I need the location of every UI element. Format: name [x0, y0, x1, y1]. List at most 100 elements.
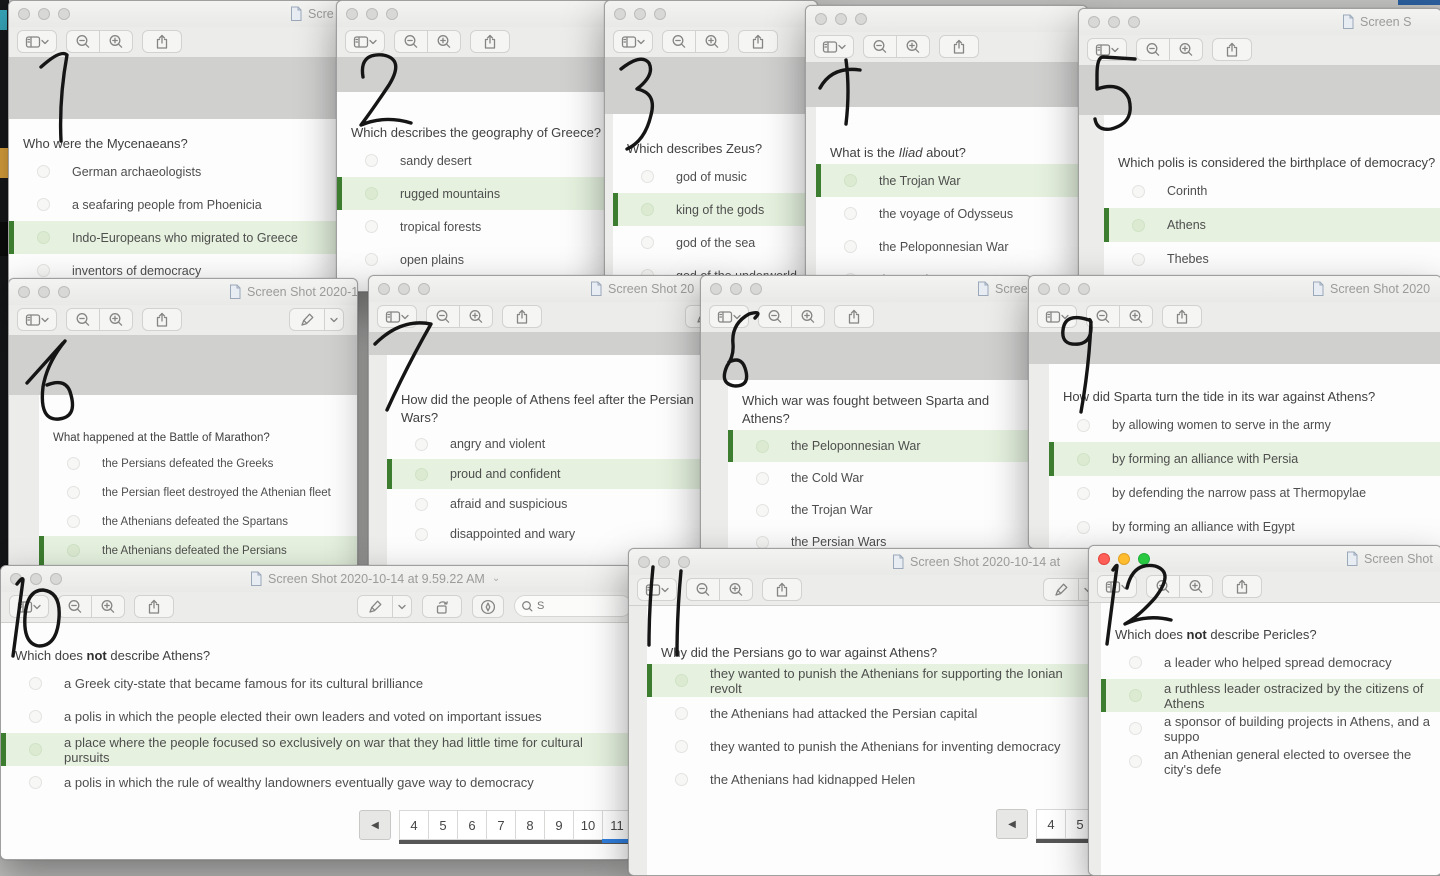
minimize-button[interactable] — [30, 573, 42, 585]
titlebar[interactable]: Screen Shot 20 — [369, 276, 713, 302]
zoom-in-button[interactable] — [91, 595, 125, 618]
answer-option[interactable]: a polis in which the rule of wealthy lan… — [1, 766, 631, 799]
share-button[interactable] — [134, 595, 174, 618]
answer-option-selected[interactable]: they wanted to punish the Athenians for … — [647, 664, 1096, 697]
answer-option-selected[interactable]: king of the gods — [613, 193, 817, 226]
answer-option-selected[interactable]: the Peloponnesian War — [728, 430, 1031, 462]
answer-option[interactable]: god of music — [613, 160, 817, 193]
sidebar-toggle-button[interactable] — [709, 305, 749, 328]
markup-pen-dropdown[interactable] — [392, 595, 412, 618]
zoom-in-button[interactable] — [1169, 38, 1203, 61]
answer-option[interactable]: the Cold War — [728, 462, 1031, 494]
answer-option-selected[interactable]: Athens — [1104, 208, 1440, 242]
answer-option[interactable]: the Persians defeated the Greeks — [39, 449, 357, 478]
markup-toolbar-button[interactable] — [472, 595, 504, 618]
titlebar[interactable]: Screen Shot 2020 — [1029, 276, 1440, 302]
prev-page-button[interactable]: ◀ — [359, 810, 391, 840]
minimize-button[interactable] — [634, 8, 646, 20]
zoom-button[interactable] — [678, 556, 690, 568]
close-button[interactable] — [378, 283, 390, 295]
answer-option-selected[interactable]: the Athenians defeated the Persians — [39, 536, 357, 565]
zoom-in-button[interactable] — [459, 305, 493, 328]
answer-option[interactable]: disappointed and wary — [387, 519, 713, 549]
page-button[interactable]: 9 — [544, 810, 573, 840]
answer-option[interactable]: a leader who helped spread democracy — [1101, 646, 1440, 679]
zoom-button[interactable] — [654, 8, 666, 20]
answer-option[interactable]: the Athenians had attacked the Persian c… — [647, 697, 1096, 730]
close-button[interactable] — [346, 8, 358, 20]
minimize-button[interactable] — [1108, 16, 1120, 28]
sidebar-toggle-button[interactable] — [9, 595, 49, 618]
zoom-in-button[interactable] — [1119, 305, 1153, 328]
answer-option[interactable]: the Athenians defeated the Spartans — [39, 507, 357, 536]
share-button[interactable] — [1212, 38, 1252, 61]
zoom-out-button[interactable] — [758, 305, 792, 328]
minimize-button[interactable] — [730, 283, 742, 295]
zoom-out-button[interactable] — [66, 30, 100, 53]
markup-pen-dropdown[interactable] — [324, 308, 344, 331]
close-button[interactable] — [638, 556, 650, 568]
page-button[interactable]: 6 — [457, 810, 486, 840]
zoom-button[interactable] — [58, 8, 70, 20]
zoom-out-button[interactable] — [1136, 38, 1170, 61]
page-button[interactable]: 4 — [1036, 809, 1065, 839]
page-button[interactable]: 7 — [486, 810, 515, 840]
sidebar-toggle-button[interactable] — [613, 30, 653, 53]
close-button[interactable] — [1038, 283, 1050, 295]
answer-option[interactable]: the Peloponnesian War — [816, 230, 1087, 263]
zoom-out-button[interactable] — [58, 595, 92, 618]
answer-option[interactable]: Corinth — [1104, 174, 1440, 208]
zoom-out-button[interactable] — [66, 308, 100, 331]
answer-option[interactable]: Thebes — [1104, 242, 1440, 276]
close-button[interactable] — [614, 8, 626, 20]
answer-option[interactable]: by forming an alliance with Egypt — [1049, 510, 1440, 544]
answer-option[interactable]: they wanted to punish the Athenians for … — [647, 730, 1096, 763]
sidebar-toggle-button[interactable] — [377, 305, 417, 328]
answer-option[interactable]: open plains — [337, 243, 627, 276]
zoom-out-button[interactable] — [394, 30, 428, 53]
answer-option[interactable]: angry and violent — [387, 429, 713, 459]
answer-option[interactable]: the Trojan War — [728, 494, 1031, 526]
share-button[interactable] — [762, 578, 802, 601]
zoom-button[interactable] — [1078, 283, 1090, 295]
zoom-button[interactable] — [855, 13, 867, 25]
zoom-button[interactable] — [1128, 16, 1140, 28]
close-button[interactable] — [18, 286, 30, 298]
answer-option[interactable]: the voyage of Odysseus — [816, 197, 1087, 230]
titlebar[interactable]: Scree — [701, 276, 1031, 302]
sidebar-toggle-button[interactable] — [814, 35, 854, 58]
titlebar[interactable] — [605, 1, 817, 27]
answer-option[interactable]: a Greek city-state that became famous fo… — [1, 667, 631, 700]
zoom-in-button[interactable] — [1179, 575, 1213, 598]
zoom-in-button[interactable] — [695, 30, 729, 53]
titlebar[interactable]: Scre — [9, 1, 355, 27]
zoom-in-button[interactable] — [99, 30, 133, 53]
sidebar-toggle-button[interactable] — [345, 30, 385, 53]
answer-option-selected[interactable]: by forming an alliance with Persia — [1049, 442, 1440, 476]
share-button[interactable] — [142, 308, 182, 331]
minimize-button[interactable] — [1118, 553, 1130, 565]
sidebar-toggle-button[interactable] — [17, 308, 57, 331]
markup-pen-button[interactable] — [357, 595, 393, 618]
answer-option[interactable]: the Athenians had kidnapped Helen — [647, 763, 1096, 796]
close-button[interactable] — [1098, 553, 1110, 565]
zoom-out-button[interactable] — [1146, 575, 1180, 598]
answer-option[interactable]: by defending the narrow pass at Thermopy… — [1049, 476, 1440, 510]
zoom-button[interactable] — [1138, 553, 1150, 565]
sidebar-toggle-button[interactable] — [1037, 305, 1077, 328]
close-button[interactable] — [10, 573, 22, 585]
markup-pen-button[interactable] — [289, 308, 325, 331]
close-button[interactable] — [18, 8, 30, 20]
zoom-out-button[interactable] — [686, 578, 720, 601]
share-button[interactable] — [502, 305, 542, 328]
minimize-button[interactable] — [398, 283, 410, 295]
answer-option[interactable]: god of the sea — [613, 226, 817, 259]
share-button[interactable] — [1162, 305, 1202, 328]
zoom-button[interactable] — [750, 283, 762, 295]
titlebar[interactable]: Screen Shot 2020-10-14 at — [629, 549, 1096, 575]
answer-option[interactable]: by allowing women to serve in the army — [1049, 408, 1440, 442]
answer-option-selected[interactable]: a ruthless leader ostracized by the citi… — [1101, 679, 1440, 712]
share-button[interactable] — [834, 305, 874, 328]
search-field[interactable] — [514, 592, 632, 618]
title-chevron-icon[interactable]: ⌄ — [492, 573, 500, 584]
